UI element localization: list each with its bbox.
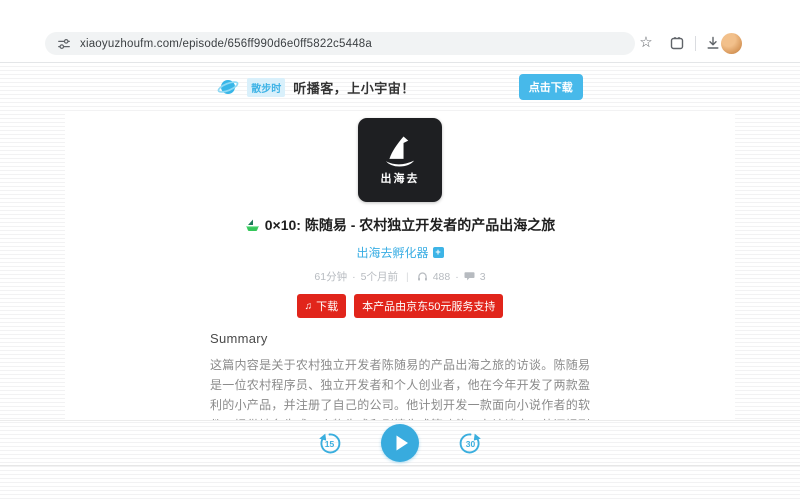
play-icon: [396, 435, 408, 451]
summary-section: Summary 这篇内容是关于农村独立开发者陈随易的产品出海之旅的访谈。陈随易是…: [210, 331, 590, 420]
episode-title: 0×10: 陈随易 - 农村独立开发者的产品出海之旅: [264, 217, 556, 233]
banner-download-button[interactable]: 点击下载: [518, 74, 583, 100]
meta-dot-2: ·: [455, 270, 459, 283]
promo-button[interactable]: 本产品由京东50元服务支持: [354, 294, 504, 318]
plays-count: 488: [432, 270, 451, 283]
meta-pipe: |: [405, 270, 409, 283]
sailboat-icon: [385, 136, 415, 167]
episode-boat-icon: [245, 219, 259, 231]
comments-bubble-icon: [464, 272, 475, 281]
published-text: 5个月前: [360, 271, 398, 283]
download-button[interactable]: ♫ 下载: [296, 294, 347, 318]
rewind-15-button[interactable]: 15: [316, 430, 343, 457]
bookmark-star-icon[interactable]: ☆: [637, 34, 655, 52]
podcast-badge-icon: +: [432, 247, 444, 258]
profile-avatar[interactable]: [721, 33, 742, 54]
listens-headphone-icon: [417, 272, 427, 281]
music-note-icon: ♫: [304, 300, 313, 312]
downloads-icon[interactable]: [704, 34, 722, 52]
xiaoyuzhou-planet-logo: [217, 80, 239, 94]
meta-dot: ·: [352, 270, 356, 283]
site-info-icon[interactable]: [57, 37, 71, 51]
summary-text: 这篇内容是关于农村独立开发者陈随易的产品出海之旅的访谈。陈随易是一位农村程序员、…: [210, 358, 590, 420]
episode-cover-art[interactable]: 出海去: [358, 118, 442, 202]
url-text: xiaoyuzhoufm.com/episode/656ff990d6e0ff5…: [80, 37, 372, 50]
play-button[interactable]: [381, 424, 419, 462]
forward-30-button[interactable]: 30: [457, 430, 484, 457]
forward-seconds-label: 30: [466, 439, 476, 449]
address-bar[interactable]: xiaoyuzhoufm.com/episode/656ff990d6e0ff5…: [45, 32, 635, 55]
player-bar: 15 30: [0, 420, 800, 466]
toolbar-divider: [695, 36, 696, 51]
episode-meta: 61分钟 · 5个月前 | 488 · 3: [65, 269, 735, 284]
promo-button-label: 本产品由京东50元服务支持: [362, 301, 496, 313]
rewind-seconds-label: 15: [325, 439, 335, 449]
download-button-label: 下载: [316, 301, 339, 313]
banner-headline: 听播客，上小宇宙！: [293, 80, 415, 96]
app-promo-banner: 散步时 听播客，上小宇宙！ 点击下载: [0, 63, 800, 111]
banner-tag: 散步时: [247, 77, 286, 97]
podcast-name-link[interactable]: 出海去孵化器: [356, 244, 428, 261]
duration-text: 61分钟: [314, 271, 348, 283]
episode-card: 出海去 0×10: 陈随易 - 农村独立开发者的产品出海之旅 出海去孵化器 + …: [65, 111, 735, 420]
comments-count: 3: [479, 270, 486, 283]
browser-chrome: xiaoyuzhoufm.com/episode/656ff990d6e0ff5…: [0, 0, 800, 63]
extensions-icon[interactable]: [668, 34, 686, 52]
cover-title-text: 出海去: [380, 173, 420, 185]
summary-heading: Summary: [210, 331, 268, 346]
